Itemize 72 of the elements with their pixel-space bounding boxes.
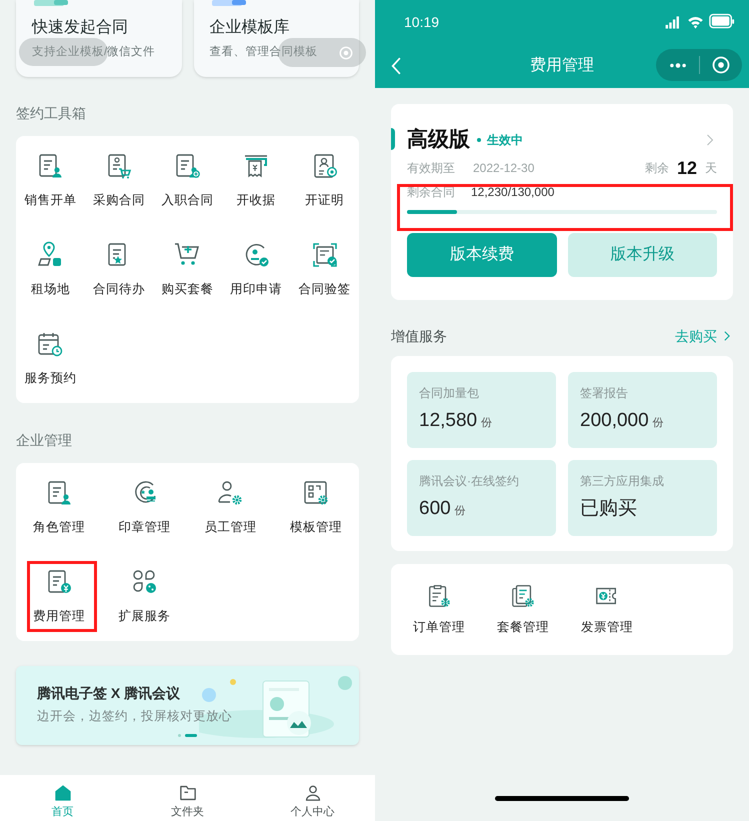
service-value: 600 (419, 497, 451, 521)
service-value: 12,580 (419, 409, 478, 433)
contracts-count: 12,230/130,000 (471, 184, 554, 201)
target-icon (711, 55, 731, 75)
documents-gear-icon (510, 583, 536, 609)
banner-subtitle: 边开会，边签约，投屏核对更放心 (37, 708, 233, 724)
remaining-label: 剩余 (644, 160, 669, 177)
tool-item[interactable]: 模板管理 (273, 463, 359, 552)
tool-item[interactable]: 购买套餐 (153, 225, 222, 314)
remaining-days: 12 (676, 154, 697, 182)
banner-title: 腾讯电子签 X 腾讯会议 (37, 684, 182, 702)
service-unit: 份 (481, 416, 492, 431)
service-value: 200,000 (580, 409, 649, 433)
illustration-icon (34, 0, 68, 6)
expiry-label: 有效期至 (407, 160, 455, 177)
tab-bar-item[interactable]: 个人中心 (250, 775, 375, 821)
card-title: 快速发起合同 (32, 18, 129, 38)
tool-item[interactable]: 合同验签 (290, 225, 359, 314)
tool-item[interactable]: 租场地 (16, 225, 85, 314)
service-tile[interactable]: 签署报告 200,000 份 (568, 372, 717, 448)
tool-item[interactable]: 扩展服务 (102, 552, 188, 641)
quick-card[interactable]: 快速发起合同 支持企业模板/微信文件 (16, 0, 182, 77)
service-tile[interactable]: 合同加量包 12,580 份 (407, 372, 556, 448)
tool-item[interactable]: 销售开单 (16, 136, 85, 225)
tool-item[interactable]: 入职合同 (153, 136, 222, 225)
section-title: 企业管理 (15, 431, 73, 449)
section-title: 增值服务 (391, 326, 447, 346)
promo-banner[interactable]: 腾讯电子签 X 腾讯会议 边开会，边签约，投屏核对更放心 (16, 666, 359, 745)
tool-item[interactable]: 服务预约 (16, 314, 85, 403)
tool-item[interactable]: 员工管理 (188, 463, 274, 552)
tool-item[interactable]: 用印申请 (222, 225, 290, 314)
plan-status: 生效中 (487, 132, 523, 149)
expiry-date: 2022-12-30 (473, 160, 534, 177)
calendar-clock-icon (36, 330, 64, 358)
service-unit: 份 (454, 504, 466, 519)
person-gear-icon (216, 479, 244, 507)
signal-icon (665, 14, 682, 30)
template-gear-icon (302, 479, 330, 507)
clipboard-gear-icon (426, 583, 452, 609)
tool-item[interactable]: 订单管理 (397, 564, 481, 655)
apps-icon (130, 568, 159, 596)
illustration-icon (212, 0, 246, 6)
tab-bar-item[interactable]: 文件夹 (125, 775, 250, 821)
page-title: 费用管理 (530, 56, 594, 76)
accent-bar (391, 128, 395, 150)
service-value: 已购买 (580, 497, 637, 521)
home-icon (52, 783, 72, 803)
status-time: 10:19 (404, 12, 440, 32)
tool-item[interactable]: 开收据 (222, 136, 290, 225)
tool-item[interactable]: 印章管理 (102, 463, 188, 552)
card-subtitle: 支持企业模板/微信文件 (32, 44, 156, 60)
days-unit: 天 (705, 160, 717, 177)
tool-item[interactable]: 采购合同 (84, 136, 154, 225)
target-icon (338, 44, 354, 60)
service-unit: 份 (652, 416, 664, 431)
scan-check-icon (310, 241, 339, 269)
tool-item[interactable]: 合同待办 (84, 225, 154, 314)
section-title: 签约工具箱 (15, 104, 87, 122)
tool-item[interactable]: 套餐管理 (481, 564, 565, 655)
card-subtitle: 查看、管理合同模板 (210, 44, 318, 60)
tool-item[interactable]: 角色管理 (16, 463, 102, 552)
card-title: 企业模板库 (210, 18, 290, 38)
tool-item[interactable]: 费用管理 (16, 552, 102, 641)
service-tile[interactable]: 腾讯会议·在线签约 600 份 (407, 460, 556, 536)
contracts-label: 剩余合同 (407, 184, 455, 201)
more-icon (670, 62, 686, 68)
tool-item[interactable]: 开证明 (290, 136, 359, 225)
service-tile[interactable]: 第三方应用集成 已购买 (568, 460, 717, 536)
folder-icon (178, 783, 198, 803)
tool-item[interactable]: 发票管理 (565, 564, 649, 655)
plan-name: 高级版 (407, 126, 470, 154)
quick-card[interactable]: 企业模板库 查看、管理合同模板 (194, 0, 359, 77)
